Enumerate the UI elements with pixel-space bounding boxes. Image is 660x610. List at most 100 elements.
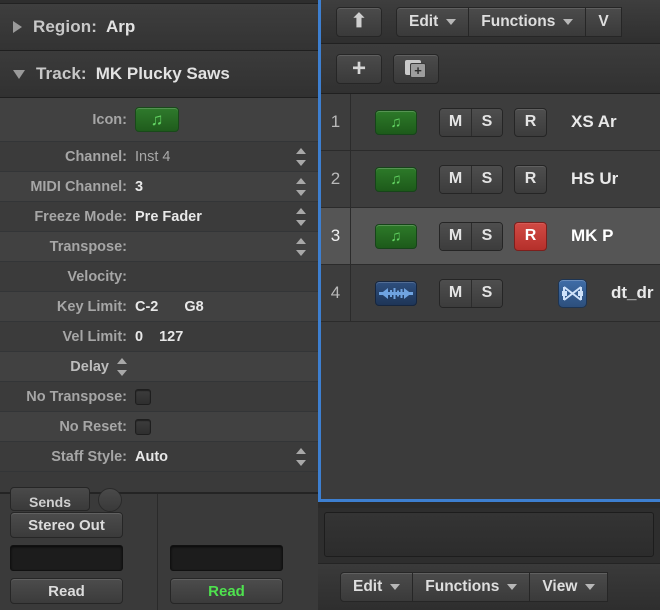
menu-view[interactable]: V (586, 6, 622, 37)
plus-icon: + (351, 54, 366, 82)
stepper-control[interactable] (116, 357, 127, 376)
param-row[interactable]: Icon: ♫ (0, 98, 318, 142)
track-name-label[interactable]: XS Ar (571, 112, 617, 132)
bottom-menu-view-label: View (542, 578, 578, 595)
mute-solo-group: MS (439, 278, 503, 308)
send-knob[interactable] (98, 488, 122, 512)
instrument-icon[interactable]: ♫ (375, 223, 417, 249)
bottom-panel-divider (318, 502, 660, 508)
channel-strip-area: Sends Stereo Out Read Read (0, 487, 318, 610)
param-row[interactable]: No Reset: (0, 412, 318, 442)
region-disclosure-header[interactable]: Region: Arp (0, 4, 318, 51)
mute-button[interactable]: M (440, 108, 471, 136)
track-icon-chip[interactable]: ♫ (135, 107, 179, 132)
param-value-secondary[interactable]: 127 (159, 329, 183, 345)
stepper-control[interactable] (295, 207, 306, 226)
instrument-icon[interactable]: ♫ (375, 109, 417, 135)
stepper-control[interactable] (295, 237, 306, 256)
param-row[interactable]: Transpose: (0, 232, 318, 262)
mute-button[interactable]: M (440, 165, 471, 193)
param-label: Key Limit: (56, 298, 127, 315)
param-label: Freeze Mode: (34, 208, 127, 225)
sends-button[interactable]: Sends (10, 487, 90, 511)
music-note-icon: ♫ (390, 170, 402, 188)
track-name-label[interactable]: MK P (571, 226, 614, 246)
chevron-down-icon (507, 584, 518, 590)
stepper-control[interactable] (295, 147, 306, 166)
triangle-down-icon[interactable] (13, 69, 25, 79)
param-value[interactable]: 3 (135, 179, 143, 195)
record-enable-button[interactable]: R (514, 164, 547, 194)
param-value[interactable]: Pre Fader (135, 209, 202, 225)
param-value[interactable]: 0 (135, 329, 143, 345)
param-label: MIDI Channel: (30, 178, 127, 195)
menu-edit-label: Edit (409, 12, 439, 30)
chevron-down-icon (390, 584, 401, 590)
param-row[interactable]: Vel Limit: 0 127 (0, 322, 318, 352)
instrument-icon[interactable]: ♫ (375, 166, 417, 192)
solo-button[interactable]: S (471, 108, 502, 136)
bottom-menu-view[interactable]: View (530, 572, 609, 602)
track-disclosure-header[interactable]: Track: MK Plucky Saws (0, 51, 318, 98)
automation-mode-button[interactable]: Read (10, 578, 123, 604)
inspector-panel: Region: Arp Track: MK Plucky Saws Icon: ♫… (0, 0, 318, 610)
triangle-right-icon[interactable] (13, 21, 22, 33)
param-checkbox[interactable] (135, 388, 151, 405)
mute-solo-group: MS (439, 164, 503, 194)
param-row[interactable]: Freeze Mode: Pre Fader (0, 202, 318, 232)
track-row[interactable]: 3 ♫ M S R MK P (321, 208, 660, 265)
param-row[interactable]: MIDI Channel: 3 (0, 172, 318, 202)
track-row[interactable]: 1 ♫ M S R XS Ar (321, 94, 660, 151)
track-row[interactable]: 2 ♫ M S R HS Ur (321, 151, 660, 208)
mute-button[interactable]: M (440, 279, 471, 307)
track-parameter-list: Icon: ♫ Channel: Inst 4 MIDI Channel: 3 Freeze… (0, 98, 318, 472)
mute-button[interactable]: M (440, 222, 471, 250)
stepper-control[interactable] (295, 177, 306, 196)
track-name-label[interactable]: dt_dr (611, 283, 654, 303)
track-controls: MSR (439, 107, 547, 137)
track-number: 4 (321, 265, 351, 321)
menu-functions[interactable]: Functions (469, 6, 587, 37)
track-row[interactable]: 4 M Sdt_dr (321, 265, 660, 322)
track-name-label[interactable]: HS Ur (571, 169, 618, 189)
track-panel-actionbar: + + (321, 44, 660, 94)
automation-mode-button-2[interactable]: Read (170, 578, 283, 604)
menu-edit[interactable]: Edit (396, 6, 470, 37)
chevron-down-icon (563, 18, 574, 25)
param-value[interactable]: C-2 (135, 299, 158, 315)
track-number: 2 (321, 151, 351, 207)
new-folder-button[interactable]: + (393, 53, 439, 84)
navigate-up-button[interactable]: ⬆ (336, 6, 382, 37)
menu-view-label: V (598, 12, 609, 30)
param-row[interactable]: Velocity: (0, 262, 318, 292)
record-enable-button[interactable]: R (514, 221, 547, 251)
track-number: 1 (321, 94, 351, 150)
output-button[interactable]: Stereo Out (10, 512, 123, 538)
param-row[interactable]: Key Limit: C-2 G8 (0, 292, 318, 322)
bottom-menu-functions[interactable]: Functions (413, 572, 531, 602)
solo-button[interactable]: S (471, 222, 502, 250)
param-label: Transpose: (49, 238, 127, 255)
param-value-secondary[interactable]: G8 (184, 299, 203, 315)
bottom-menu-edit[interactable]: Edit (340, 572, 414, 602)
track-controls: MSR (439, 221, 547, 251)
group-field[interactable] (10, 545, 123, 571)
stepper-control[interactable] (295, 447, 306, 466)
param-row[interactable]: Delay (0, 352, 318, 382)
group-field-2[interactable] (170, 545, 283, 571)
param-value[interactable]: Inst 4 (135, 149, 170, 165)
param-checkbox[interactable] (135, 418, 151, 435)
param-value[interactable]: Auto (135, 449, 168, 465)
solo-button[interactable]: S (471, 279, 502, 307)
crossfade-icon[interactable] (558, 278, 587, 308)
channel-strip-right: Read (158, 494, 318, 610)
bottom-display-field[interactable] (324, 512, 654, 557)
param-row[interactable]: No Transpose: (0, 382, 318, 412)
param-row[interactable]: Staff Style: Auto (0, 442, 318, 472)
audio-icon[interactable] (375, 280, 417, 306)
add-track-button[interactable]: + (336, 53, 382, 84)
record-enable-button[interactable]: R (514, 107, 547, 137)
solo-button[interactable]: S (471, 165, 502, 193)
param-row[interactable]: Channel: Inst 4 (0, 142, 318, 172)
region-name: Arp (105, 17, 136, 36)
